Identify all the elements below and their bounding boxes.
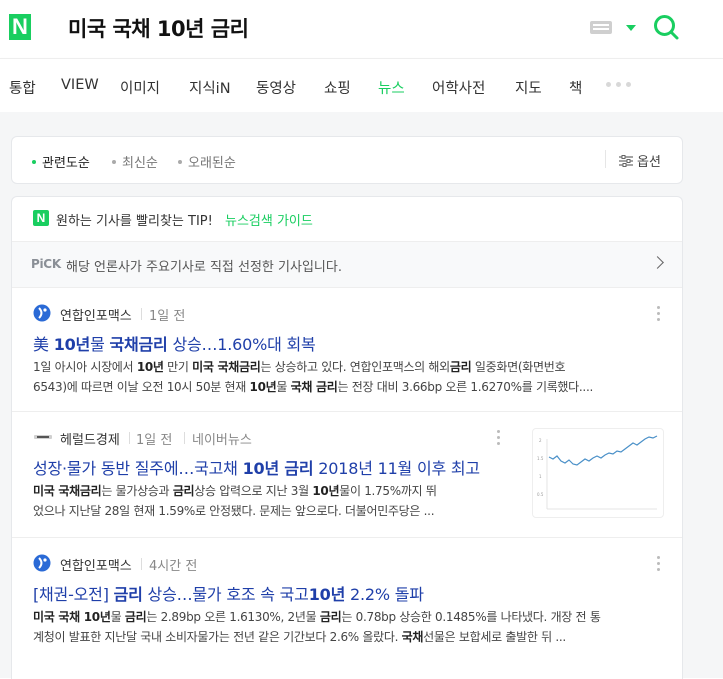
divider [129,432,130,444]
article-snippet[interactable]: 미국 국채 10년물 금리는 2.89bp 오른 1.6130%, 2년물 금리… [33,607,601,647]
news-results-card: N 원하는 기사를 빨리찾는 TIP! 뉴스검색 가이드 PiCK 해당 언론사… [11,196,683,679]
more-vertical-icon[interactable] [497,430,501,446]
news-item: 연합인포맥스 1일 전 美 10년물 국채금리 상승…1.60%대 회복 1일 … [12,288,682,412]
article-headline[interactable]: 성장·물가 동반 질주에…국고채 10년 금리 2018년 11월 이후 최고 [33,455,480,479]
pick-badge: PiCK [31,257,61,271]
thumbnail-line-chart: 2 1.5 1 0.5 [537,435,658,510]
pick-description: 해당 언론사가 주요기사로 직접 선정한 기사입니다. [66,260,342,275]
divider [141,558,142,570]
news-item: 연합인포맥스 4시간 전 [채권-오전] 금리 상승…물가 호조 속 국고10년… [12,538,682,679]
press-name[interactable]: 연합인포맥스 [60,305,132,324]
svg-text:2: 2 [539,438,542,443]
tab-images[interactable]: 이미지 [120,77,160,98]
bullet-icon [112,159,116,164]
options-button[interactable]: 옵션 [619,151,661,170]
divider [141,308,142,320]
article-snippet[interactable]: 1일 아시아 시장에서 10년 만기 미국 국채금리는 상승하고 있다. 연합인… [33,357,593,397]
more-icon[interactable] [606,82,631,90]
divider [184,432,185,444]
header: N 미국 국채 10년 금리 [0,0,723,56]
article-time: 1일 전 [149,309,186,324]
sort-bar: 관련도순 최신순 오래된순 옵션 [11,136,683,184]
pick-row[interactable]: PiCK 해당 언론사가 주요기사로 직접 선정한 기사입니다. [12,242,682,288]
bullet-icon [178,159,182,164]
keyboard-icon[interactable] [590,21,612,34]
tab-view[interactable]: VIEW [61,77,99,93]
article-snippet[interactable]: 미국 국채금리는 물가상승과 금리상승 압력으로 지난 3월 10년물이 1.7… [33,481,437,521]
naver-n-icon: N [33,210,49,226]
tab-books[interactable]: 책 [569,77,582,98]
search-query[interactable]: 미국 국채 10년 금리 [68,13,249,43]
tab-dictionary[interactable]: 어학사전 [432,77,485,98]
tab-news[interactable]: 뉴스 [378,77,405,98]
news-item: 헤럴드경제 1일 전 네이버뉴스 성장·물가 동반 질주에…국고채 10년 금리… [12,412,682,538]
tab-shopping[interactable]: 쇼핑 [324,77,351,98]
sort-oldest[interactable]: 오래된순 [178,152,236,171]
svg-text:0.5: 0.5 [537,492,544,497]
yonhap-infomax-logo-icon[interactable] [33,304,51,322]
filter-icon [619,154,633,167]
more-vertical-icon[interactable] [657,306,661,322]
search-tabs: 통합 VIEW 이미지 지식iN 동영상 쇼핑 뉴스 어학사전 지도 책 [0,58,723,113]
article-time: 4시간 전 [149,559,198,574]
more-vertical-icon[interactable] [657,556,661,572]
chevron-right-icon[interactable] [651,256,664,269]
tab-knowledge-in[interactable]: 지식iN [189,77,231,98]
naver-logo[interactable]: N [9,14,31,40]
chevron-down-icon[interactable] [626,25,636,31]
divider [605,150,606,168]
article-thumbnail[interactable]: 2 1.5 1 0.5 [532,428,664,518]
article-headline[interactable]: 美 10년물 국채금리 상승…1.60%대 회복 [33,331,316,355]
article-headline[interactable]: [채권-오전] 금리 상승…물가 호조 속 국고10년 2.2% 돌파 [33,581,424,605]
tab-map[interactable]: 지도 [515,77,542,98]
search-icon[interactable] [652,13,680,41]
svg-text:1.5: 1.5 [537,456,544,461]
tab-integrated[interactable]: 통합 [9,77,36,98]
press-name[interactable]: 헤럴드경제 [60,429,120,448]
tip-text: 원하는 기사를 빨리찾는 TIP! [56,214,213,229]
yonhap-infomax-logo-icon[interactable] [33,554,51,572]
press-name[interactable]: 연합인포맥스 [60,555,132,574]
bullet-icon [32,159,36,164]
news-search-guide-link[interactable]: 뉴스검색 가이드 [225,210,313,229]
article-time: 1일 전 [136,433,173,448]
sort-latest[interactable]: 최신순 [112,152,158,171]
tab-video[interactable]: 동영상 [256,77,296,98]
tip-row: N 원하는 기사를 빨리찾는 TIP! 뉴스검색 가이드 [12,197,682,242]
svg-text:1: 1 [539,474,542,479]
naver-news-link[interactable]: 네이버뉴스 [192,429,252,448]
sort-relevance[interactable]: 관련도순 [32,152,90,171]
herald-economy-logo-icon[interactable] [33,428,53,446]
